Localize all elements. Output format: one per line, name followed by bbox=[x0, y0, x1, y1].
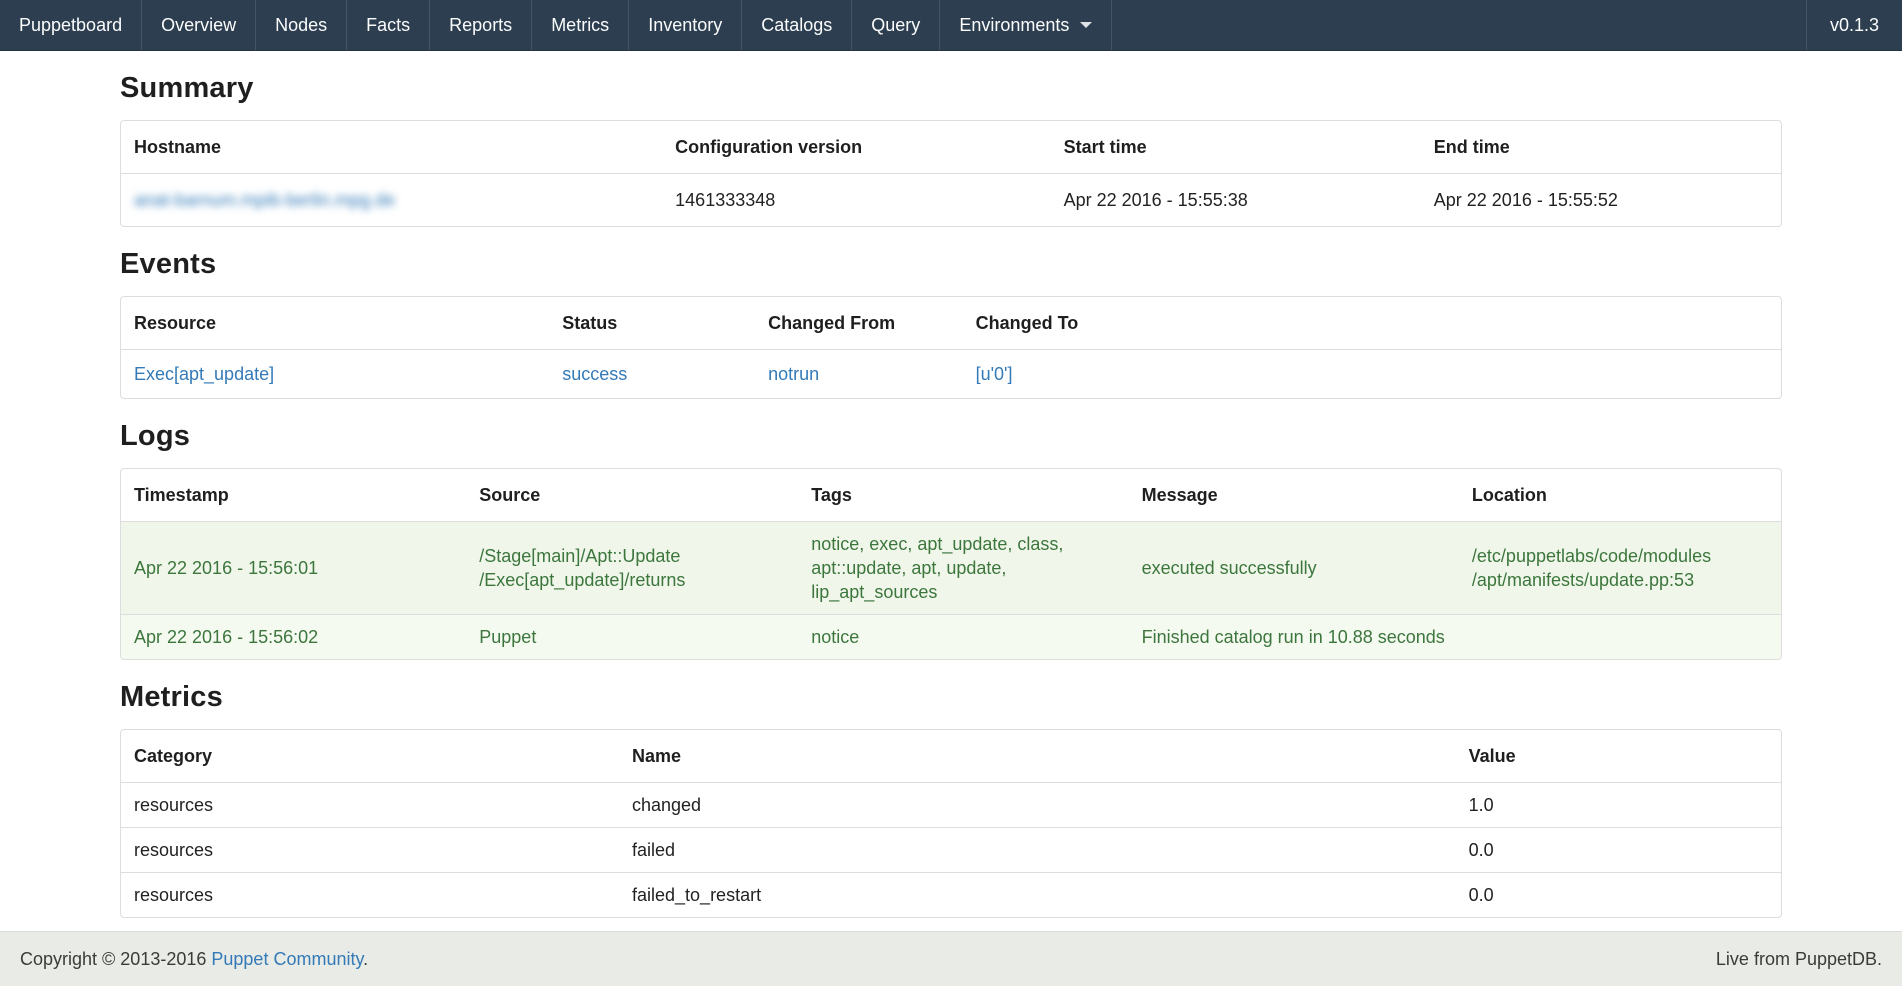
events-col-changed-from: Changed From bbox=[755, 297, 963, 350]
logs-table-container: Timestamp Source Tags Message Location A… bbox=[120, 468, 1782, 660]
metric-value: 1.0 bbox=[1456, 783, 1781, 828]
main-content: Summary Hostname Configuration version S… bbox=[120, 72, 1782, 918]
nav-dropdown-environments[interactable]: Environments bbox=[940, 0, 1112, 50]
summary-col-start-time: Start time bbox=[1051, 121, 1421, 174]
metrics-header-row: Category Name Value bbox=[121, 730, 1781, 783]
events-col-status: Status bbox=[549, 297, 755, 350]
metrics-table-container: Category Name Value resources changed 1.… bbox=[120, 729, 1782, 918]
log-timestamp: Apr 22 2016 - 15:56:02 bbox=[121, 615, 466, 660]
log-message: executed successfully bbox=[1129, 522, 1459, 615]
metric-row: resources failed_to_restart 0.0 bbox=[121, 873, 1781, 918]
nav-item-overview[interactable]: Overview bbox=[142, 0, 256, 50]
metric-category: resources bbox=[121, 873, 619, 918]
logs-table: Timestamp Source Tags Message Location A… bbox=[121, 469, 1781, 659]
metric-row: resources changed 1.0 bbox=[121, 783, 1781, 828]
top-navbar: Puppetboard Overview Nodes Facts Reports… bbox=[0, 0, 1902, 51]
nav-item-label: Catalogs bbox=[761, 15, 832, 36]
metric-name: changed bbox=[619, 783, 1456, 828]
nav-item-inventory[interactable]: Inventory bbox=[629, 0, 742, 50]
log-location: /etc/puppetlabs/code/modules /apt/manife… bbox=[1459, 522, 1781, 615]
app-version-label: v0.1.3 bbox=[1830, 15, 1879, 36]
events-col-resource: Resource bbox=[121, 297, 549, 350]
nav-item-label: Nodes bbox=[275, 15, 327, 36]
config-version-value: 1461333348 bbox=[662, 174, 1050, 227]
metric-row: resources failed 0.0 bbox=[121, 828, 1781, 873]
metric-value: 0.0 bbox=[1456, 828, 1781, 873]
metric-category: resources bbox=[121, 828, 619, 873]
metrics-col-category: Category bbox=[121, 730, 619, 783]
navbar-brand-label: Puppetboard bbox=[19, 15, 122, 36]
log-message: Finished catalog run in 10.88 seconds bbox=[1129, 615, 1459, 660]
metrics-col-name: Name bbox=[619, 730, 1456, 783]
navbar-menu: Puppetboard Overview Nodes Facts Reports… bbox=[0, 0, 1112, 50]
summary-col-end-time: End time bbox=[1421, 121, 1781, 174]
nav-item-label: Inventory bbox=[648, 15, 722, 36]
metrics-heading: Metrics bbox=[120, 681, 1782, 714]
log-tags: notice bbox=[798, 615, 1128, 660]
events-table: Resource Status Changed From Changed To … bbox=[121, 297, 1781, 398]
events-col-changed-to: Changed To bbox=[963, 297, 1781, 350]
nav-item-label: Reports bbox=[449, 15, 512, 36]
navbar-brand-puppetboard[interactable]: Puppetboard bbox=[0, 0, 142, 50]
logs-col-location: Location bbox=[1459, 469, 1781, 522]
log-timestamp: Apr 22 2016 - 15:56:01 bbox=[121, 522, 466, 615]
log-row: Apr 22 2016 - 15:56:02 Puppet notice Fin… bbox=[121, 615, 1781, 660]
footer-copyright-suffix: . bbox=[363, 949, 368, 969]
nav-item-label: Query bbox=[871, 15, 920, 36]
nav-item-facts[interactable]: Facts bbox=[347, 0, 430, 50]
summary-col-hostname: Hostname bbox=[121, 121, 662, 174]
event-changed-from-link[interactable]: notrun bbox=[768, 364, 819, 384]
event-row: Exec[apt_update] success notrun [u'0'] bbox=[121, 350, 1781, 399]
puppet-community-link[interactable]: Puppet Community bbox=[211, 949, 363, 969]
summary-table-container: Hostname Configuration version Start tim… bbox=[120, 120, 1782, 227]
log-source: /Stage[main]/Apt::Update /Exec[apt_updat… bbox=[466, 522, 798, 615]
nav-item-nodes[interactable]: Nodes bbox=[256, 0, 347, 50]
events-table-container: Resource Status Changed From Changed To … bbox=[120, 296, 1782, 399]
app-version-badge: v0.1.3 bbox=[1806, 0, 1902, 50]
logs-heading: Logs bbox=[120, 420, 1782, 453]
metrics-col-value: Value bbox=[1456, 730, 1781, 783]
nav-item-metrics[interactable]: Metrics bbox=[532, 0, 629, 50]
nav-item-reports[interactable]: Reports bbox=[430, 0, 532, 50]
log-tags: notice, exec, apt_update, class, apt::up… bbox=[798, 522, 1128, 615]
chevron-down-icon bbox=[1080, 22, 1092, 28]
nav-item-catalogs[interactable]: Catalogs bbox=[742, 0, 852, 50]
summary-table: Hostname Configuration version Start tim… bbox=[121, 121, 1781, 226]
nav-item-label: Environments bbox=[959, 15, 1069, 36]
footer-copyright-text: Copyright © 2013-2016 bbox=[20, 949, 211, 969]
footer-status-text: Live from PuppetDB. bbox=[1716, 949, 1882, 970]
summary-header-row: Hostname Configuration version Start tim… bbox=[121, 121, 1781, 174]
nav-item-label: Facts bbox=[366, 15, 410, 36]
end-time-value: Apr 22 2016 - 15:55:52 bbox=[1421, 174, 1781, 227]
log-location bbox=[1459, 615, 1781, 660]
footer-copyright: Copyright © 2013-2016 Puppet Community. bbox=[20, 949, 368, 970]
log-row: Apr 22 2016 - 15:56:01 /Stage[main]/Apt:… bbox=[121, 522, 1781, 615]
page-footer: Copyright © 2013-2016 Puppet Community. … bbox=[0, 931, 1902, 986]
event-changed-to-link[interactable]: [u'0'] bbox=[976, 364, 1013, 384]
metric-category: resources bbox=[121, 783, 619, 828]
nav-item-label: Metrics bbox=[551, 15, 609, 36]
log-source: Puppet bbox=[466, 615, 798, 660]
event-resource-link[interactable]: Exec[apt_update] bbox=[134, 364, 274, 384]
hostname-link[interactable]: anat-barnum.mpib-berlin.mpg.de bbox=[134, 190, 395, 210]
event-status-link[interactable]: success bbox=[562, 364, 627, 384]
logs-col-tags: Tags bbox=[798, 469, 1128, 522]
events-header-row: Resource Status Changed From Changed To bbox=[121, 297, 1781, 350]
logs-col-timestamp: Timestamp bbox=[121, 469, 466, 522]
summary-col-config-version: Configuration version bbox=[662, 121, 1050, 174]
logs-col-message: Message bbox=[1129, 469, 1459, 522]
logs-col-source: Source bbox=[466, 469, 798, 522]
nav-item-query[interactable]: Query bbox=[852, 0, 940, 50]
start-time-value: Apr 22 2016 - 15:55:38 bbox=[1051, 174, 1421, 227]
events-heading: Events bbox=[120, 248, 1782, 281]
summary-row: anat-barnum.mpib-berlin.mpg.de 146133334… bbox=[121, 174, 1781, 227]
metric-name: failed_to_restart bbox=[619, 873, 1456, 918]
summary-heading: Summary bbox=[120, 72, 1782, 105]
metrics-table: Category Name Value resources changed 1.… bbox=[121, 730, 1781, 917]
metric-name: failed bbox=[619, 828, 1456, 873]
logs-header-row: Timestamp Source Tags Message Location bbox=[121, 469, 1781, 522]
metric-value: 0.0 bbox=[1456, 873, 1781, 918]
nav-item-label: Overview bbox=[161, 15, 236, 36]
